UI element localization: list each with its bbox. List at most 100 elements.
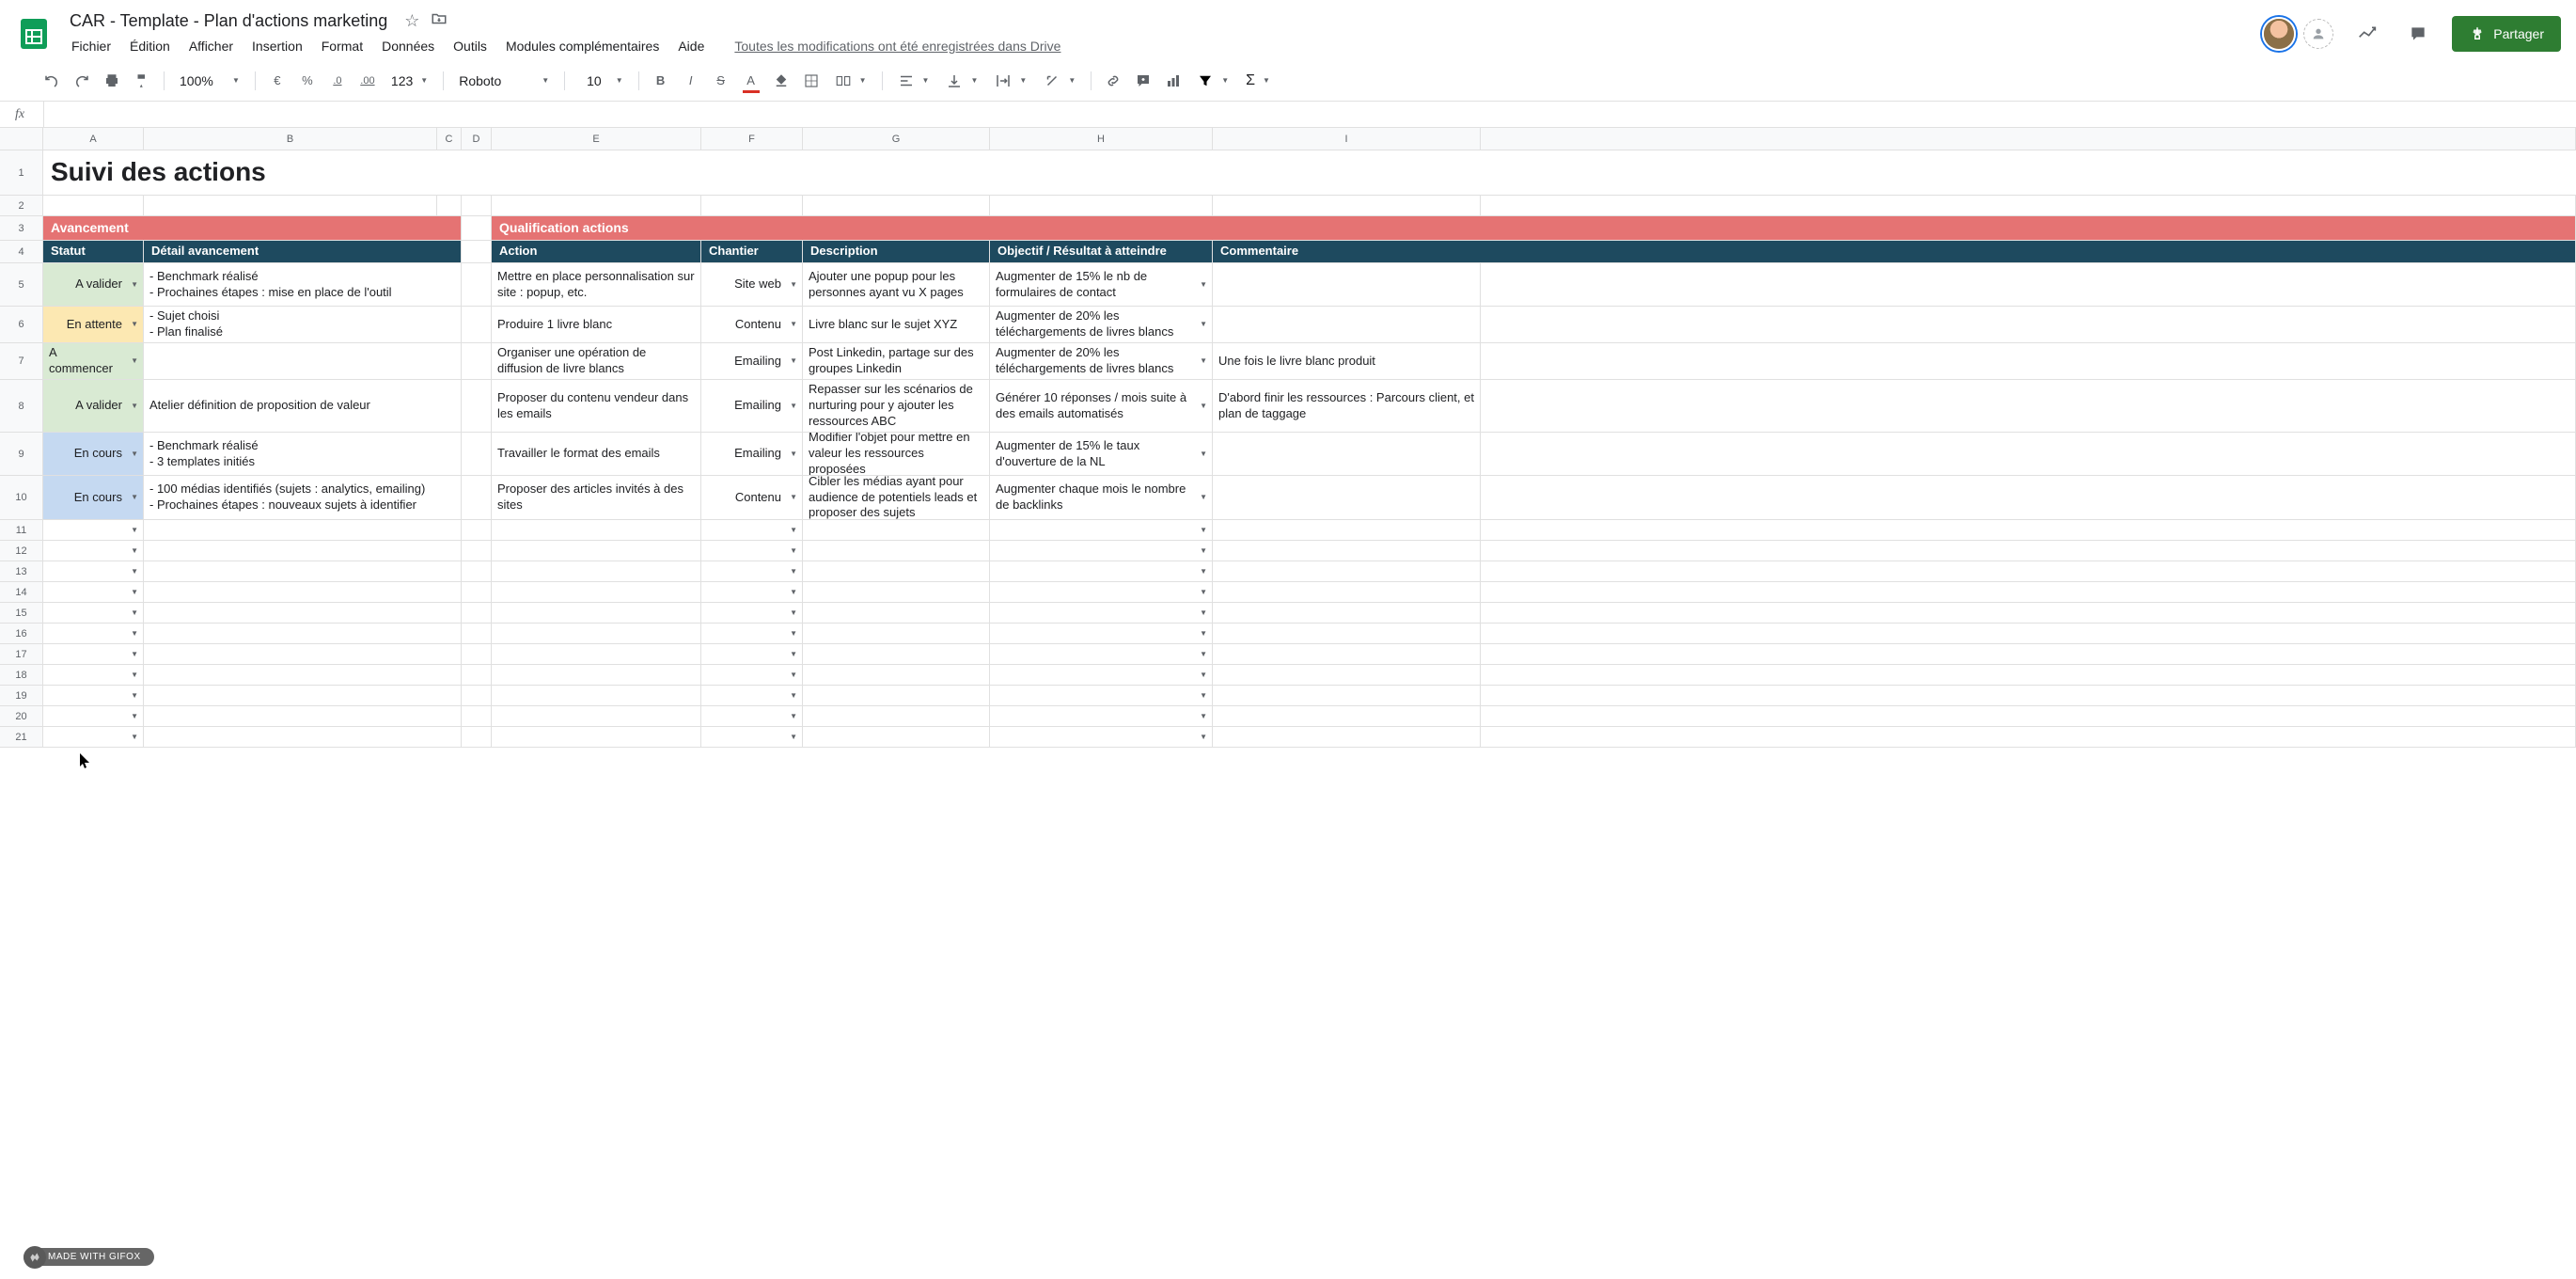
cell[interactable] [1481,263,2576,306]
objectif-cell[interactable]: ▼ [990,665,1213,685]
cell[interactable] [462,561,492,581]
cell[interactable] [1213,196,1481,215]
chantier-cell[interactable]: Contenu▼ [701,307,803,342]
save-status[interactable]: Toutes les modifications ont été enregis… [734,39,1060,54]
status-cell[interactable]: En cours▼ [43,476,144,519]
chantier-cell[interactable]: Contenu▼ [701,476,803,519]
status-cell[interactable]: ▼ [43,603,144,623]
font-select[interactable]: Roboto▼ [451,70,557,92]
cell[interactable] [462,644,492,664]
cell[interactable] [462,241,492,262]
dropdown-arrow-icon[interactable]: ▼ [790,670,797,679]
action-cell[interactable]: Organiser une opération de diffusion de … [492,343,701,379]
col-header-F[interactable]: F [701,128,803,150]
comments-icon[interactable] [2401,17,2435,51]
chantier-cell[interactable]: ▼ [701,706,803,726]
chantier-cell[interactable]: ▼ [701,665,803,685]
row-header-16[interactable]: 16 [0,624,43,644]
dropdown-arrow-icon[interactable]: ▼ [131,566,138,576]
row-header-4[interactable]: 4 [0,241,43,263]
cell[interactable] [462,196,492,215]
objectif-cell[interactable]: ▼ [990,706,1213,726]
dropdown-arrow-icon[interactable]: ▼ [131,670,138,679]
objectif-cell[interactable]: ▼ [990,561,1213,581]
cell[interactable] [492,561,701,581]
dropdown-arrow-icon[interactable]: ▼ [131,587,138,596]
number-format-select[interactable]: 123▼ [384,70,435,92]
cell[interactable] [462,343,492,379]
detail-cell[interactable]: - Benchmark réalisé - 3 templates initié… [144,433,462,475]
dropdown-arrow-icon[interactable]: ▼ [1200,320,1207,329]
description-cell[interactable]: Post Linkedin, partage sur des groupes L… [803,343,990,379]
row-header-20[interactable]: 20 [0,706,43,727]
dropdown-arrow-icon[interactable]: ▼ [1200,628,1207,638]
cell[interactable] [492,706,701,726]
commentaire-cell[interactable]: Une fois le livre blanc produit [1213,343,1481,379]
paint-format-icon[interactable] [128,67,156,95]
dropdown-arrow-icon[interactable]: ▼ [790,449,797,458]
section-qualification[interactable]: Qualification actions [492,216,2576,240]
cell[interactable] [144,686,462,705]
commentaire-cell[interactable]: D'abord finir les ressources : Parcours … [1213,380,1481,432]
col-header-D[interactable]: D [462,128,492,150]
cell[interactable] [803,727,990,747]
dropdown-arrow-icon[interactable]: ▼ [131,608,138,617]
commentaire-cell[interactable] [1213,433,1481,475]
cell[interactable] [1213,603,1481,623]
borders-button[interactable] [797,67,825,95]
cell[interactable] [1481,343,2576,379]
dropdown-arrow-icon[interactable]: ▼ [1200,587,1207,596]
chantier-cell[interactable]: ▼ [701,686,803,705]
cell[interactable] [462,665,492,685]
chantier-cell[interactable]: ▼ [701,644,803,664]
action-cell[interactable]: Produire 1 livre blanc [492,307,701,342]
header-chantier[interactable]: Chantier [701,241,803,262]
col-header-rest[interactable] [1481,128,2576,150]
cell[interactable] [803,196,990,215]
description-cell[interactable]: Modifier l'objet pour mettre en valeur l… [803,433,990,475]
row-header-18[interactable]: 18 [0,665,43,686]
cell[interactable] [462,624,492,643]
cell[interactable] [462,727,492,747]
status-cell[interactable]: A valider▼ [43,263,144,306]
cell[interactable] [1481,686,2576,705]
move-folder-icon[interactable] [431,10,448,32]
user-avatar[interactable] [2262,17,2296,51]
cell[interactable] [803,582,990,602]
dropdown-arrow-icon[interactable]: ▼ [1200,356,1207,366]
star-icon[interactable]: ☆ [404,11,419,31]
row-header-10[interactable]: 10 [0,476,43,520]
cell[interactable] [144,603,462,623]
chantier-cell[interactable]: Emailing▼ [701,433,803,475]
cell[interactable] [1481,561,2576,581]
cell[interactable] [990,196,1213,215]
col-header-I[interactable]: I [1213,128,1481,150]
cell[interactable] [144,541,462,561]
dropdown-arrow-icon[interactable]: ▼ [131,279,138,289]
cell[interactable] [1481,520,2576,540]
cell[interactable] [492,624,701,643]
dropdown-arrow-icon[interactable]: ▼ [131,401,138,410]
merge-cells-button[interactable]: ▼ [827,69,874,93]
detail-cell[interactable]: - Sujet choisi - Plan finalisé [144,307,462,342]
status-cell[interactable]: ▼ [43,665,144,685]
objectif-cell[interactable]: Augmenter de 20% les téléchargements de … [990,343,1213,379]
menu-afficher[interactable]: Afficher [181,35,241,57]
chantier-cell[interactable]: ▼ [701,603,803,623]
dropdown-arrow-icon[interactable]: ▼ [790,587,797,596]
cell[interactable] [803,706,990,726]
dropdown-arrow-icon[interactable]: ▼ [790,401,797,410]
dropdown-arrow-icon[interactable]: ▼ [131,493,138,502]
cell[interactable] [1213,624,1481,643]
cell[interactable] [1481,433,2576,475]
cell[interactable] [492,686,701,705]
status-cell[interactable]: En attente▼ [43,307,144,342]
cell[interactable] [803,686,990,705]
chantier-cell[interactable]: ▼ [701,624,803,643]
cell[interactable] [492,520,701,540]
chantier-cell[interactable]: ▼ [701,561,803,581]
cell[interactable] [803,665,990,685]
objectif-cell[interactable]: ▼ [990,727,1213,747]
dropdown-arrow-icon[interactable]: ▼ [131,449,138,458]
description-cell[interactable]: Cibler les médias ayant pour audience de… [803,476,990,519]
